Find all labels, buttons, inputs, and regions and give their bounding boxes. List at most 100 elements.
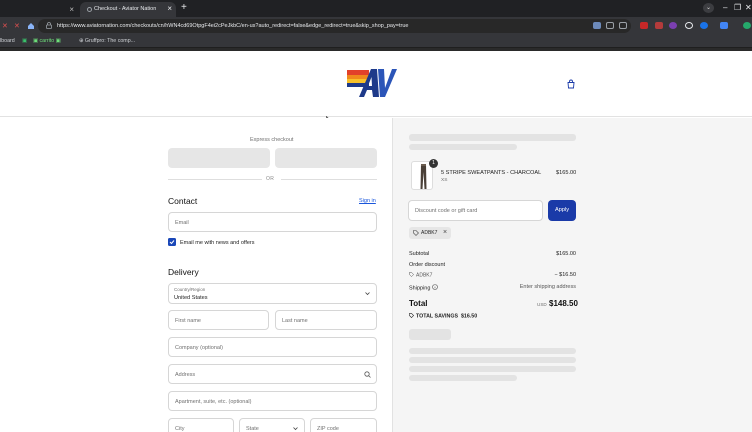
newsletter-label: Email me with news and offers: [180, 239, 255, 246]
shipping-value: Enter shipping address: [519, 284, 576, 290]
loading-skeleton-bar: [409, 348, 576, 354]
order-discount-value: − $16.50: [554, 272, 576, 278]
bookmarks-bar: lboard ▣ ▣ carrito ▣ ⊕ Gruffpro: The com…: [0, 35, 752, 48]
previous-tab[interactable]: ×: [0, 3, 78, 17]
tag-icon: [409, 313, 414, 318]
apartment-field[interactable]: Apartment, suite, etc. (optional): [168, 391, 377, 411]
email-field[interactable]: Email: [168, 212, 377, 232]
total-currency: USD: [537, 301, 547, 307]
chevron-down-icon: [293, 427, 298, 431]
state-placeholder: State: [246, 425, 259, 432]
maximize-button[interactable]: ❐: [734, 3, 741, 12]
state-select[interactable]: State: [239, 418, 305, 432]
discount-code-field[interactable]: Discount code or gift card: [408, 200, 543, 221]
address-toolbar: ✕ ✕ https://www.aviatornation.com/checko…: [0, 17, 752, 35]
home-icon[interactable]: [27, 22, 35, 30]
total-savings: TOTAL SAVINGS $16.50: [409, 313, 477, 320]
address-field[interactable]: Address: [168, 364, 377, 384]
new-tab-button[interactable]: +: [181, 2, 187, 13]
first-name-field[interactable]: First name: [168, 310, 269, 330]
site-info-icon[interactable]: [46, 22, 52, 29]
zip-code-field[interactable]: ZIP code: [310, 418, 377, 432]
remove-discount-icon[interactable]: ×: [443, 229, 447, 236]
stop-icon[interactable]: ✕: [2, 22, 8, 30]
express-checkout-label: Express checkout: [250, 137, 294, 143]
info-icon[interactable]: [432, 284, 438, 290]
tag-icon: [413, 230, 419, 236]
apartment-placeholder: Apartment, suite, etc. (optional): [175, 398, 252, 405]
bookmark-item[interactable]: lboard: [0, 38, 15, 44]
extension-red-icon[interactable]: [640, 22, 648, 29]
aviator-nation-logo[interactable]: [347, 68, 397, 98]
translate-icon[interactable]: [593, 22, 601, 29]
divider-left: [168, 179, 262, 180]
applied-discount-chip: ADBK7 ×: [409, 227, 451, 239]
previous-tab-close-icon[interactable]: ×: [69, 5, 74, 14]
loading-skeleton-bar: [409, 357, 576, 363]
company-field[interactable]: Company (optional): [168, 337, 377, 357]
tab-favicon-icon: [87, 7, 92, 12]
express-pay-button-1[interactable]: [168, 148, 270, 168]
product-price: $165.00: [556, 170, 577, 176]
delivery-heading: Delivery: [168, 267, 199, 277]
contact-heading: Contact: [168, 196, 198, 206]
extension-blue-icon[interactable]: [700, 22, 708, 29]
extension-purple-icon[interactable]: [669, 22, 677, 29]
country-select[interactable]: Country/Region United States: [168, 283, 377, 304]
last-name-field[interactable]: Last name: [275, 310, 377, 330]
subtotal-value: $165.00: [556, 251, 576, 257]
address-bar[interactable]: https://www.aviatornation.com/checkouts/…: [38, 19, 631, 33]
city-field[interactable]: City: [168, 418, 234, 432]
url-text[interactable]: https://www.aviatornation.com/checkouts/…: [57, 23, 408, 29]
extensions-puzzle-icon[interactable]: [720, 22, 728, 29]
checkmark-icon: [169, 240, 175, 245]
shipping-label: Shipping: [409, 284, 438, 292]
subtotal-label: Subtotal: [409, 251, 430, 257]
extension-timer-icon[interactable]: [685, 22, 693, 29]
express-pay-button-2[interactable]: [275, 148, 377, 168]
profile-avatar[interactable]: [743, 22, 751, 29]
last-name-placeholder: Last name: [282, 317, 308, 324]
browser-tab-bar: × Checkout - Aviator Nation × + ⌄ – ❐ ✕: [0, 0, 752, 17]
bookmark-item[interactable]: ⊕ Gruffpro: The comp...: [79, 38, 135, 44]
country-label: Country/Region: [174, 287, 206, 292]
product-variant: XS: [441, 178, 448, 183]
newsletter-checkbox[interactable]: [168, 238, 176, 246]
order-discount-label: Order discount: [409, 262, 446, 268]
apply-discount-button[interactable]: Apply: [548, 200, 576, 221]
loading-skeleton-bar: [409, 134, 576, 141]
active-tab-close-icon[interactable]: ×: [167, 4, 172, 13]
search-icon[interactable]: [364, 371, 371, 378]
country-value: United States: [174, 294, 208, 301]
tag-icon: [409, 272, 414, 277]
applied-code-text: ADBK7: [421, 230, 438, 237]
active-tab[interactable]: Checkout - Aviator Nation ×: [80, 2, 176, 17]
minimize-button[interactable]: –: [723, 3, 727, 12]
bookmark-icon[interactable]: [619, 22, 627, 29]
order-discount-code: ADBK7: [409, 272, 432, 279]
total-label: Total: [409, 299, 428, 308]
loading-skeleton-bar: [409, 375, 517, 381]
store-header: [0, 51, 752, 117]
sign-in-link[interactable]: Sign in: [359, 198, 376, 204]
discount-placeholder: Discount code or gift card: [415, 208, 478, 214]
chevron-down-icon: [365, 292, 370, 296]
city-placeholder: City: [175, 425, 185, 432]
close-window-button[interactable]: ✕: [745, 3, 752, 12]
loading-skeleton-bar: [409, 144, 517, 150]
extension-grid-icon[interactable]: [655, 22, 663, 29]
cart-icon[interactable]: [566, 79, 576, 89]
divider-right: [281, 179, 377, 180]
bookmark-item[interactable]: ▣ carrito ▣: [33, 38, 61, 44]
total-amount: $148.50: [549, 299, 578, 308]
tab-search-button[interactable]: ⌄: [703, 3, 714, 13]
or-divider-text: OR: [266, 176, 275, 182]
address-placeholder: Address: [175, 371, 196, 378]
share-icon[interactable]: [606, 22, 614, 29]
first-name-placeholder: First name: [175, 317, 201, 324]
bookmark-folder-icon: ▣: [22, 38, 28, 44]
stop-reload-icon[interactable]: ✕: [14, 22, 20, 30]
zip-placeholder: ZIP code: [317, 425, 339, 432]
loading-skeleton-button: [409, 329, 451, 340]
loading-skeleton-bar: [409, 366, 576, 372]
